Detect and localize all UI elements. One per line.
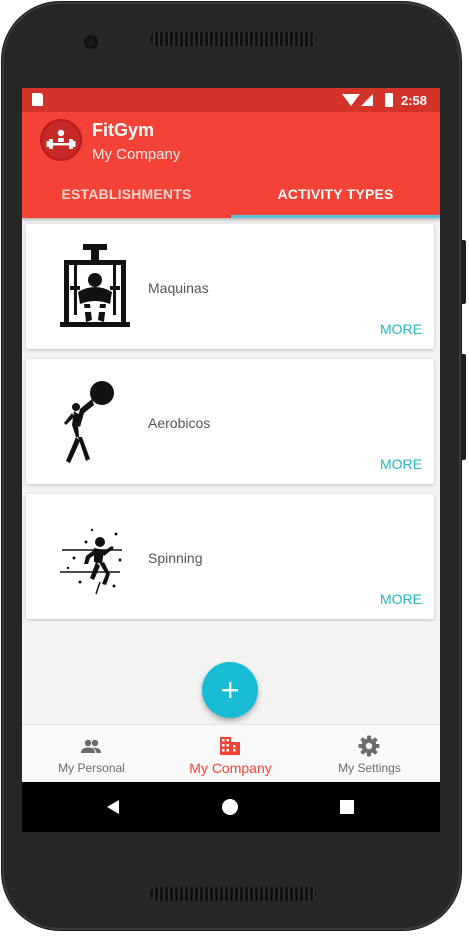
activity-card-aerobicos[interactable]: Aerobicos MORE bbox=[26, 359, 434, 484]
signal-icon bbox=[361, 94, 373, 106]
fitgym-logo-icon bbox=[40, 119, 82, 161]
building-icon bbox=[220, 737, 240, 755]
bottom-speaker bbox=[150, 887, 316, 901]
gear-icon bbox=[358, 735, 380, 757]
tab-bar: ESTABLISHMENTS ACTIVITY TYPES bbox=[22, 170, 440, 218]
status-bar: 2:58 bbox=[22, 88, 440, 112]
nav-my-settings[interactable]: My Settings bbox=[300, 725, 439, 783]
activity-name: Maquinas bbox=[148, 280, 209, 296]
front-camera bbox=[84, 35, 98, 49]
activity-card-spinning[interactable]: Spinning MORE bbox=[26, 494, 434, 619]
volume-button bbox=[461, 354, 466, 460]
people-icon bbox=[81, 739, 101, 753]
nav-label: My Company bbox=[189, 760, 272, 776]
power-button bbox=[461, 240, 466, 304]
bottom-navigation: My Personal My Company My Settings bbox=[22, 724, 440, 783]
tab-indicator bbox=[231, 215, 440, 218]
battery-icon bbox=[385, 93, 393, 107]
activity-card-maquinas[interactable]: Maquinas MORE bbox=[26, 224, 434, 349]
more-link[interactable]: MORE bbox=[380, 321, 422, 337]
home-icon[interactable] bbox=[221, 798, 239, 816]
spinning-icon bbox=[56, 512, 134, 600]
back-icon[interactable] bbox=[105, 799, 121, 815]
tab-activity-types[interactable]: ACTIVITY TYPES bbox=[231, 170, 440, 218]
gym-machine-icon bbox=[56, 242, 134, 330]
more-link[interactable]: MORE bbox=[380, 456, 422, 472]
app-screen: 2:58 FitGym My Company ESTABLISHMENTS AC… bbox=[22, 88, 440, 832]
app-title: FitGym bbox=[92, 120, 155, 140]
aerobics-icon bbox=[56, 377, 134, 465]
nav-my-company[interactable]: My Company bbox=[161, 725, 300, 783]
status-time: 2:58 bbox=[401, 93, 428, 108]
add-activity-button[interactable] bbox=[202, 662, 258, 718]
earpiece-speaker bbox=[150, 32, 316, 46]
tab-establishments[interactable]: ESTABLISHMENTS bbox=[22, 170, 231, 218]
system-navigation-bar bbox=[22, 782, 440, 832]
app-bar: FitGym My Company bbox=[22, 112, 440, 170]
recents-icon[interactable] bbox=[339, 799, 355, 815]
nav-label: My Settings bbox=[338, 761, 401, 775]
nav-label: My Personal bbox=[58, 761, 125, 775]
activity-name: Spinning bbox=[148, 550, 203, 566]
app-subtitle: My Company bbox=[92, 146, 181, 163]
plus-icon bbox=[222, 682, 238, 698]
more-link[interactable]: MORE bbox=[380, 591, 422, 607]
wifi-icon bbox=[342, 94, 360, 106]
sd-card-icon bbox=[32, 93, 43, 106]
activity-name: Aerobicos bbox=[148, 415, 211, 431]
nav-my-personal[interactable]: My Personal bbox=[22, 725, 161, 783]
